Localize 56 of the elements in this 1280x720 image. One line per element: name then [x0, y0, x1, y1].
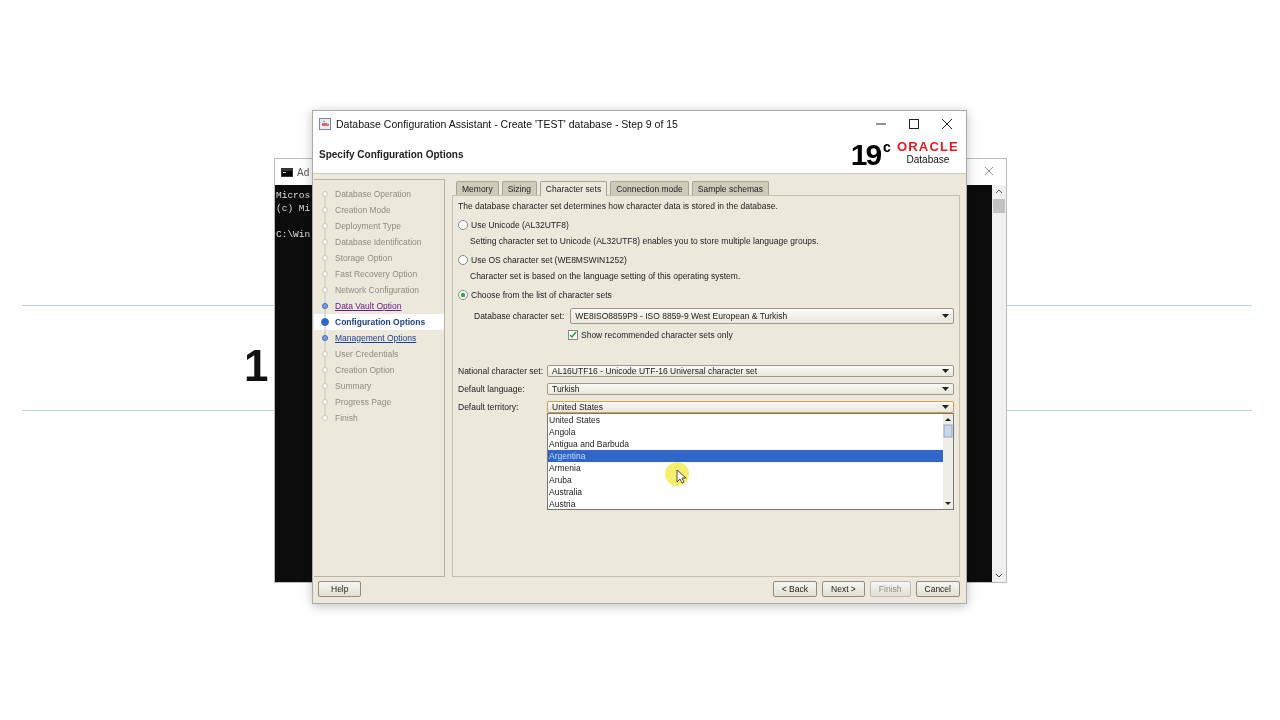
- caret-icon: [942, 387, 949, 391]
- window-title: Ad: [297, 166, 310, 178]
- tab[interactable]: Character sets: [539, 181, 608, 196]
- checkbox[interactable]: [568, 330, 578, 340]
- tab[interactable]: Sample schemas: [691, 181, 769, 195]
- option-description: Setting character set to Unicode (AL32UTF8) enables you to store multiple language groups.: [470, 235, 819, 247]
- logo-version: 19: [850, 139, 881, 170]
- console-icon: [281, 167, 293, 177]
- dropdown[interactable]: AL16UTF16 - Unicode UTF-16 Universal character set: [547, 365, 954, 377]
- page-heading: Specify Configuration Options: [319, 149, 464, 160]
- caret-icon: [942, 314, 949, 318]
- field-label: Default language:: [458, 383, 526, 395]
- list-item[interactable]: Angola: [548, 426, 943, 438]
- console-line: Micros: [276, 189, 311, 202]
- window-title: Database Configuration Assistant - Create 'TEST' database - Step 9 of 15: [336, 117, 679, 130]
- caret-icon: [942, 369, 949, 373]
- heading-fragment: 1: [244, 344, 269, 388]
- radio-button[interactable]: [458, 220, 468, 230]
- dropdown[interactable]: United States: [547, 401, 954, 413]
- dropdown[interactable]: Turkish: [547, 383, 954, 395]
- nav-button[interactable]: Next >: [822, 581, 865, 597]
- tab[interactable]: Sizing: [501, 181, 537, 195]
- list-item[interactable]: Australia: [548, 486, 943, 498]
- maximize-icon[interactable]: [909, 118, 919, 129]
- list-item[interactable]: Antigua and Barbuda: [548, 438, 943, 450]
- intro-text: The database character set determines how character data is stored in the database.: [458, 200, 778, 212]
- logo-brand: ORACLE: [896, 139, 959, 154]
- step-item[interactable]: Management Options: [314, 330, 444, 346]
- radio-button[interactable]: [458, 290, 468, 300]
- step-item[interactable]: Configuration Options: [314, 314, 444, 330]
- field-label: Default territory:: [458, 401, 520, 413]
- help-button[interactable]: Help: [318, 581, 362, 597]
- field-label: National character set:: [458, 365, 545, 377]
- option-description: Character set is based on the language setting of this operating system.: [470, 270, 741, 282]
- dropdown[interactable]: WE8ISO8859P9 - ISO 8859-9 West European & Turkish: [570, 308, 954, 324]
- tab[interactable]: Memory: [456, 181, 499, 195]
- tab[interactable]: Connection mode: [610, 181, 689, 195]
- cursor-icon: [664, 461, 690, 487]
- logo-suffix: c: [883, 139, 891, 154]
- list-item[interactable]: Austria: [548, 498, 943, 510]
- list-item[interactable]: Armenia: [548, 462, 943, 474]
- list-item[interactable]: Aruba: [548, 474, 943, 486]
- nav-button[interactable]: Cancel: [915, 581, 960, 597]
- list-item[interactable]: United States: [548, 414, 943, 426]
- scrollbar[interactable]: [943, 414, 953, 509]
- console-line: (c) Mi: [276, 202, 311, 215]
- console-line: C:\Win: [276, 228, 311, 241]
- step-item[interactable]: Data Vault Option: [314, 298, 444, 314]
- close-icon[interactable]: [942, 118, 952, 129]
- field-label: Database character set:: [474, 311, 565, 321]
- app-icon: [319, 117, 331, 130]
- radio-button[interactable]: [458, 255, 468, 265]
- nav-button[interactable]: < Back: [772, 581, 818, 597]
- scrollbar[interactable]: [992, 185, 1006, 582]
- list-item[interactable]: Argentina: [548, 450, 943, 462]
- logo-product: Database: [906, 153, 950, 166]
